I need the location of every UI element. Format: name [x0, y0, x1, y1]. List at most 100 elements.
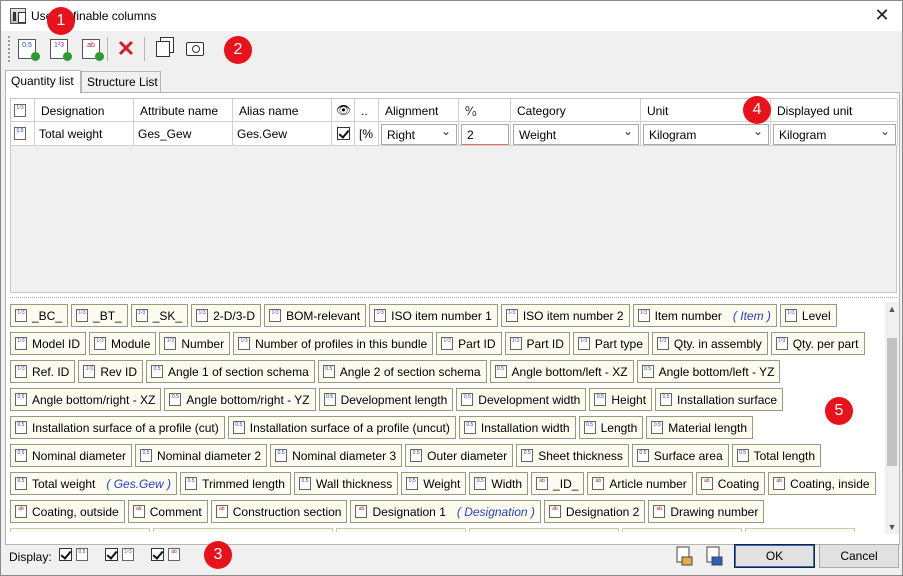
display-text-checkbox[interactable]: [151, 548, 164, 561]
scroll-down-icon[interactable]: ▼: [885, 520, 899, 534]
display-number-checkbox[interactable]: [105, 548, 118, 561]
attribute-chip[interactable]: 1²3 BOM-relevant: [264, 304, 367, 327]
eye-icon[interactable]: 👁: [332, 99, 355, 122]
close-icon[interactable]: ✕: [870, 4, 894, 28]
attribute-chip[interactable]: 0.5 Installation width: [458, 416, 576, 439]
attribute-chip[interactable]: 1²3 _BT_: [71, 304, 128, 327]
export-icon[interactable]: [703, 545, 725, 567]
toolbar-grip-icon[interactable]: [8, 36, 10, 62]
add-text-column-button[interactable]: ab: [78, 36, 104, 62]
attribute-chip[interactable]: ab Drawing number: [648, 500, 765, 523]
import-icon[interactable]: [673, 545, 695, 567]
attribute-chip[interactable]: ab Designation 1 ( Designation ): [350, 500, 541, 523]
attribute-chip[interactable]: 1²3 ISO item number 1: [369, 304, 498, 327]
attribute-chip[interactable]: 0.5 Installation surface: [655, 388, 784, 411]
attribute-chip[interactable]: 1²3 Model ID: [10, 332, 87, 355]
header-alias-name[interactable]: Alias name: [233, 99, 332, 122]
attribute-chip[interactable]: 0.5 Outer diameter: [405, 444, 514, 467]
display-filter-number[interactable]: 1²3: [105, 548, 134, 561]
attribute-chip[interactable]: 1²3 _SK_: [130, 304, 189, 327]
attribute-chip[interactable]: ab Coating: [695, 472, 766, 495]
displayed-unit-select[interactable]: Kilogram: [773, 124, 896, 145]
cell-alias-name[interactable]: Ges.Gew: [233, 122, 332, 146]
attribute-chip[interactable]: 0.5 Angle 1 of section schema: [146, 360, 315, 383]
cell-designation[interactable]: Total weight: [35, 122, 134, 146]
cell-dots[interactable]: [%: [355, 122, 379, 146]
attribute-chip[interactable]: 0.5 Development width: [456, 388, 587, 411]
chip-area-scrollbar[interactable]: ▲ ▼: [885, 302, 899, 534]
attribute-chip[interactable]: 1²3 Level: [779, 304, 837, 327]
header-category[interactable]: Category: [511, 99, 641, 122]
unit-select[interactable]: Kilogram: [643, 124, 769, 145]
attribute-chip[interactable]: ab _ID_: [531, 472, 585, 495]
attribute-chip[interactable]: ab Coating, inside: [768, 472, 876, 495]
attribute-chip[interactable]: ab Coating, outside: [10, 500, 125, 523]
attribute-chip[interactable]: [336, 528, 466, 532]
attribute-chip[interactable]: 0.5 Nominal diameter: [10, 444, 133, 467]
attribute-chip[interactable]: 0.5 Material length: [646, 416, 754, 439]
attribute-chip[interactable]: 0.5 Development length: [318, 388, 454, 411]
header-alignment[interactable]: Alignment: [379, 99, 459, 122]
attribute-chip[interactable]: 1²3 Qty. per part: [770, 332, 865, 355]
attribute-chip[interactable]: 1²3 _BC_: [10, 304, 69, 327]
attribute-chip[interactable]: [153, 528, 333, 532]
tab-structure-list[interactable]: Structure List: [81, 71, 161, 93]
attribute-chip[interactable]: 0.5 Total weight ( Ges.Gew ): [10, 472, 178, 495]
attribute-chip[interactable]: 0.5 Nominal diameter 3: [270, 444, 403, 467]
decimals-icon[interactable]: ⁰⁄₀: [459, 99, 511, 122]
ok-button[interactable]: OK: [734, 544, 815, 568]
delete-column-button[interactable]: ✕: [113, 36, 139, 62]
add-number-column-button[interactable]: 1²3: [46, 36, 72, 62]
attribute-chip[interactable]: 1²3 Number of profiles in this bundle: [233, 332, 434, 355]
attribute-chip[interactable]: 0.5 Installation surface of a profile (cu…: [10, 416, 225, 439]
attribute-chip[interactable]: 0.5 Angle bottom/left - YZ: [636, 360, 781, 383]
attribute-chip[interactable]: 0.5 Width: [469, 472, 529, 495]
attribute-chip[interactable]: ab Designation 2: [543, 500, 646, 523]
attribute-chip[interactable]: 1²3 Part ID: [504, 332, 570, 355]
visible-checkbox[interactable]: [337, 127, 350, 141]
attribute-chip[interactable]: ab Construction section: [210, 500, 348, 523]
attribute-chip[interactable]: 0.5 Weight: [401, 472, 467, 495]
attribute-chip[interactable]: 1²3 2-D/3-D: [191, 304, 262, 327]
attribute-chip[interactable]: 0.5 Angle 2 of section schema: [317, 360, 487, 383]
attribute-chip[interactable]: 1²3 Part ID: [436, 332, 502, 355]
attribute-chip[interactable]: 0.5 Surface area: [631, 444, 729, 467]
category-select[interactable]: Weight: [513, 124, 639, 145]
attribute-chip[interactable]: ab Comment: [127, 500, 208, 523]
attribute-chip[interactable]: 0.5 Wall thickness: [293, 472, 399, 495]
scroll-thumb[interactable]: [887, 338, 897, 466]
attribute-chip[interactable]: 1²3 Module: [89, 332, 157, 355]
attribute-chip[interactable]: [745, 528, 855, 532]
screenshot-button[interactable]: [182, 36, 208, 62]
header-designation[interactable]: Designation: [35, 99, 134, 122]
header-dots[interactable]: ..: [355, 99, 379, 122]
row-selector[interactable]: 0.5: [11, 122, 35, 146]
attribute-chip[interactable]: 1²3 ISO item number 2: [500, 304, 630, 327]
scroll-up-icon[interactable]: ▲: [885, 302, 899, 316]
attribute-chip[interactable]: 0.5 Sheet thickness: [516, 444, 629, 467]
attribute-chip[interactable]: [469, 528, 619, 532]
header-attribute-name[interactable]: Attribute name: [134, 99, 233, 122]
attribute-chip[interactable]: 0.5 Length: [578, 416, 644, 439]
attribute-chip[interactable]: 1²3 Number: [159, 332, 231, 355]
attribute-chip[interactable]: 0.5 Angle bottom/right - YZ: [164, 388, 316, 411]
attribute-chip[interactable]: 0.5 Height: [589, 388, 653, 411]
attribute-chip[interactable]: 0.5 Installation surface of a profile (un…: [227, 416, 456, 439]
attribute-chip[interactable]: 1²3 Qty. in assembly: [651, 332, 768, 355]
attribute-chip[interactable]: 1²3 Item number ( Item ): [632, 304, 777, 327]
attribute-chip[interactable]: [10, 528, 150, 532]
attribute-chip[interactable]: 1²3 Part type: [572, 332, 649, 355]
attribute-chip[interactable]: ab Article number: [587, 472, 693, 495]
panel-splitter[interactable]: [10, 297, 897, 299]
header-displayed-unit[interactable]: Displayed unit: [771, 99, 898, 122]
attribute-chip[interactable]: 1²3 Ref. ID: [10, 360, 76, 383]
attribute-chip[interactable]: 0.5 Angle bottom/left - XZ: [489, 360, 634, 383]
attribute-chip[interactable]: [622, 528, 742, 532]
decimals-input[interactable]: 2: [461, 124, 509, 145]
cell-attribute-name[interactable]: Ges_Gew: [134, 122, 233, 146]
add-quantity-column-button[interactable]: 0.5: [14, 36, 40, 62]
cancel-button[interactable]: Cancel: [819, 544, 899, 568]
alignment-select[interactable]: Right: [381, 124, 457, 145]
attribute-chip[interactable]: 0.5 Trimmed length: [180, 472, 291, 495]
display-quantity-checkbox[interactable]: [59, 548, 72, 561]
